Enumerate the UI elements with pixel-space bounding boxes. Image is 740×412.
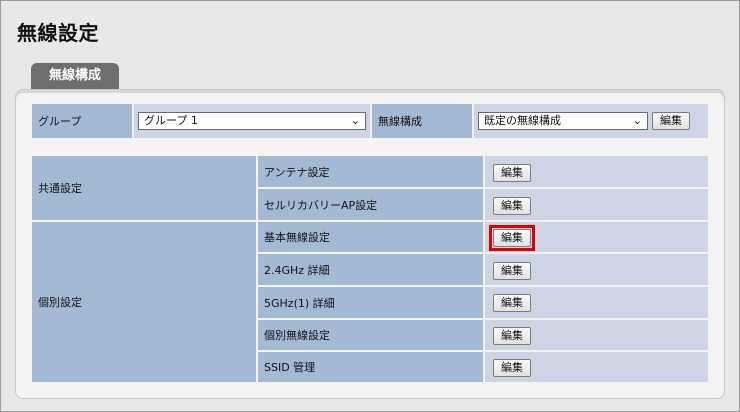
antenna-edit-button[interactable]: 編集 [493, 164, 531, 182]
config-edit-button[interactable]: 編集 [652, 112, 690, 130]
group-label-text: グループ [38, 115, 82, 128]
5ghz-edit-button[interactable]: 編集 [493, 294, 531, 312]
highlight-box [489, 225, 535, 251]
section-common-label: 共通設定 [38, 182, 82, 195]
row-label-individual-wireless: 個別無線設定 [264, 329, 330, 342]
config-label-text: 無線構成 [378, 115, 422, 128]
row-label-5ghz: 5GHz(1) 詳細 [264, 296, 335, 310]
24ghz-edit-button[interactable]: 編集 [493, 262, 531, 280]
section-individual-label: 個別設定 [38, 296, 82, 309]
table-row-label: 5GHz(1) 詳細 [258, 287, 483, 318]
row-label-24ghz: 2.4GHz 詳細 [264, 263, 330, 277]
individual-wireless-edit-button[interactable]: 編集 [493, 327, 531, 345]
config-panel: グループ グループ 1 ⌄ 無線構成 既定の無線構成 ⌄ 編集 共通設定 個別設… [15, 89, 725, 399]
section-common: 共通設定 [32, 156, 256, 220]
row-label-ssid: SSID 管理 [264, 361, 316, 374]
cell-recovery-edit-button[interactable]: 編集 [493, 197, 531, 215]
table-row-label: 基本無線設定 [258, 222, 483, 252]
table-row-label: 個別無線設定 [258, 320, 483, 350]
section-individual: 個別設定 [32, 222, 256, 382]
group-label: グループ [32, 104, 132, 138]
table-row-label: セルリカバリーAP設定 [258, 189, 483, 220]
table-row-label: アンテナ設定 [258, 156, 483, 187]
ssid-edit-button[interactable]: 編集 [493, 359, 531, 377]
row-label-cell-recovery: セルリカバリーAP設定 [264, 198, 378, 212]
group-select-value: グループ 1 [144, 114, 198, 127]
chevron-down-icon: ⌄ [350, 114, 360, 127]
row-label-basic-wireless: 基本無線設定 [264, 231, 330, 244]
config-label: 無線構成 [372, 104, 472, 138]
row-label-antenna: アンテナ設定 [264, 165, 330, 179]
table-row-label: SSID 管理 [258, 352, 483, 382]
tab-wireless-config[interactable]: 無線構成 [31, 63, 119, 89]
table-row-label: 2.4GHz 詳細 [258, 254, 483, 285]
page-title: 無線設定 [17, 21, 99, 45]
chevron-down-icon: ⌄ [632, 114, 642, 127]
config-select-value: 既定の無線構成 [484, 114, 561, 127]
config-select[interactable]: 既定の無線構成 ⌄ [478, 112, 648, 130]
window-frame: 無線設定 無線構成 グループ グループ 1 ⌄ 無線構成 既定の無線構成 ⌄ 編… [0, 0, 740, 412]
group-select[interactable]: グループ 1 ⌄ [138, 112, 366, 130]
